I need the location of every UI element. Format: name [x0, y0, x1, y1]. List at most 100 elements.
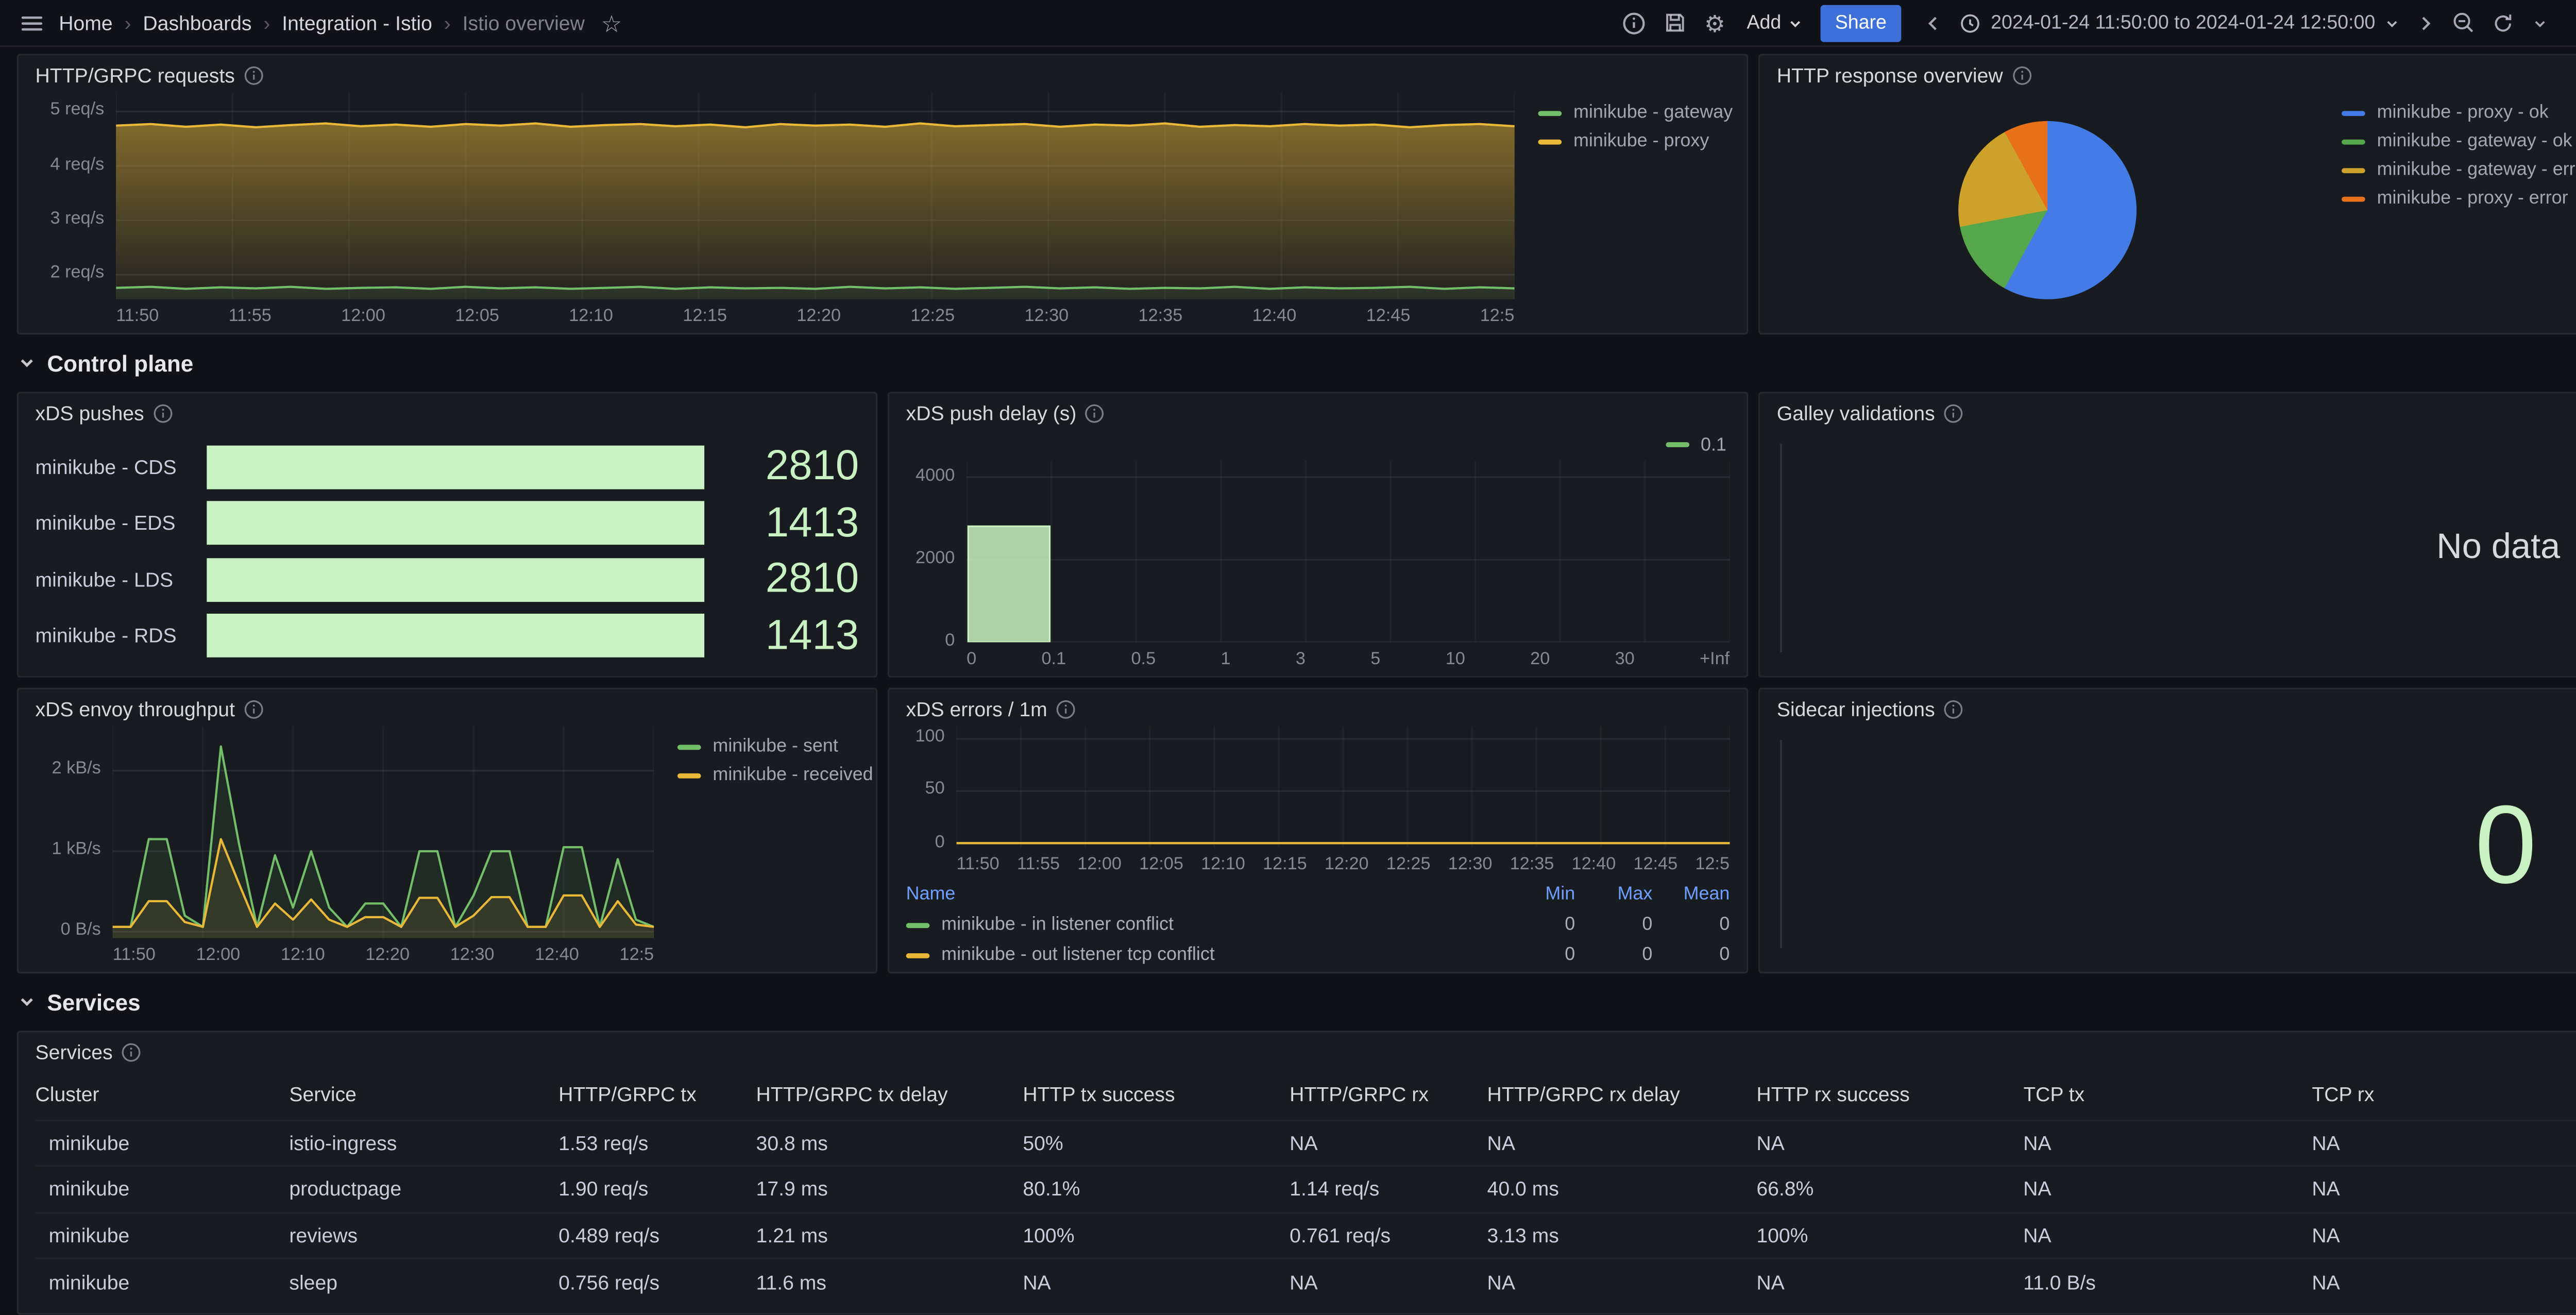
cell-cluster: minikube — [36, 1120, 290, 1166]
x-tick-label: 12:30 — [1024, 306, 1069, 326]
menu-icon[interactable] — [13, 4, 50, 41]
legend-item[interactable]: minikube - proxy — [1538, 131, 1709, 151]
column-header[interactable]: HTTP/GRPC tx — [558, 1071, 756, 1120]
bar-gauge-row[interactable]: minikube - RDS 1413 — [36, 614, 859, 659]
refresh-interval-icon[interactable] — [2525, 4, 2555, 41]
row-toggle-services[interactable]: Services — [17, 984, 2576, 1021]
legend-col-mean[interactable]: Mean — [1652, 884, 1730, 904]
column-header[interactable]: HTTP/GRPC rx — [1290, 1071, 1487, 1120]
panel-info-icon[interactable] — [152, 403, 173, 424]
cell-cluster: minikube — [36, 1212, 290, 1258]
breadcrumb-current-page: Istio overview — [463, 11, 585, 35]
share-button[interactable]: Share — [1820, 4, 1902, 41]
panel-sidecar-injections: Sidecar injections 0 — [1758, 687, 2576, 973]
column-header[interactable]: TCP rx — [2312, 1071, 2576, 1120]
empty-plot-area: No data — [1780, 444, 2576, 652]
legend-item[interactable]: minikube - proxy - ok — [2342, 103, 2549, 123]
info-icon[interactable] — [1616, 4, 1653, 41]
table-row: minikube istio-ingress 1.53 req/s 30.8 m… — [36, 1120, 2576, 1166]
panel-header[interactable]: Sidecar injections — [1760, 689, 2576, 723]
panel-info-icon[interactable] — [2011, 65, 2031, 86]
legend-label: minikube - gateway - ok — [2377, 131, 2572, 151]
legend-item[interactable]: 0.1 — [1665, 432, 1726, 458]
panel-title: xDS envoy throughput — [36, 698, 235, 721]
breadcrumb-folder[interactable]: Integration - Istio — [282, 11, 432, 35]
panel-info-icon[interactable] — [1056, 699, 1076, 719]
panel-info-icon[interactable] — [121, 1042, 141, 1063]
panel-header[interactable]: xDS envoy throughput — [19, 689, 876, 723]
column-header[interactable]: TCP tx — [2023, 1071, 2312, 1120]
cell-tcp-rx: NA — [2312, 1166, 2576, 1212]
x-tick-label: 0.1 — [1042, 649, 1066, 669]
column-header[interactable]: HTTP tx success — [1023, 1071, 1290, 1120]
legend-label: minikube - proxy — [1573, 131, 1709, 151]
legend-swatch — [2342, 196, 2365, 201]
legend-col-max[interactable]: Max — [1575, 884, 1652, 904]
column-header[interactable]: HTTP/GRPC tx delay — [756, 1071, 1023, 1120]
response-pie-chart[interactable] — [1958, 120, 2137, 298]
legend-item[interactable]: minikube - sent — [677, 736, 838, 756]
bar-gauge-row[interactable]: minikube - LDS 2810 — [36, 557, 859, 602]
cell-service-link[interactable]: productpage — [289, 1166, 558, 1212]
star-icon[interactable]: ☆ — [593, 4, 630, 41]
panel-header[interactable]: Galley validations — [1760, 393, 2576, 427]
save-icon[interactable] — [1656, 4, 1693, 41]
legend-item[interactable]: minikube - received — [677, 765, 873, 785]
x-tick-label: 12:05 — [455, 306, 499, 326]
x-tick-label: 0.5 — [1131, 649, 1156, 669]
cell-service-link[interactable]: reviews — [289, 1212, 558, 1258]
series-mean: 0 — [1652, 945, 1730, 965]
panel-info-icon[interactable] — [243, 699, 263, 719]
panel-info-icon[interactable] — [1085, 403, 1105, 424]
breadcrumb-dashboards[interactable]: Dashboards — [143, 11, 251, 35]
zoom-out-icon[interactable] — [2444, 4, 2481, 41]
settings-gear-icon[interactable]: ⚙ — [1697, 4, 1734, 41]
panel-info-icon[interactable] — [1943, 403, 1963, 424]
cell-service-link[interactable]: sleep — [289, 1258, 558, 1305]
gauge-bar-track — [207, 558, 704, 602]
chevron-down-icon — [1786, 14, 1803, 31]
panel-header[interactable]: Services — [19, 1032, 2576, 1066]
panel-header[interactable]: xDS push delay (s) — [889, 393, 1747, 427]
panel-header[interactable]: HTTP response overview — [1760, 56, 2576, 89]
column-header[interactable]: HTTP rx success — [1756, 1071, 2023, 1120]
legend-swatch — [906, 922, 930, 928]
envoy-throughput-chart[interactable] — [113, 727, 654, 938]
panel-info-icon[interactable] — [243, 65, 263, 86]
column-header[interactable]: Service — [289, 1071, 558, 1120]
legend-label: minikube - received — [713, 765, 873, 785]
legend-item[interactable]: minikube - gateway - ok — [2342, 131, 2572, 151]
cell-service-link[interactable]: istio-ingress — [289, 1120, 558, 1166]
breadcrumb-home[interactable]: Home — [59, 11, 112, 35]
breadcrumb-separator-icon: › — [444, 11, 451, 35]
panel-info-icon[interactable] — [1943, 699, 1963, 719]
gauge-bar — [207, 558, 704, 602]
legend-item[interactable]: minikube - proxy - error — [2342, 188, 2568, 208]
panel-services-table: Services ClusterServiceHTTP/GRPC txHTTP/… — [17, 1031, 2576, 1314]
time-shift-forward-icon[interactable] — [2411, 4, 2441, 41]
legend-item[interactable]: minikube - gateway — [1538, 103, 1733, 123]
time-shift-back-icon[interactable] — [1919, 4, 1949, 41]
bar-gauge-row[interactable]: minikube - EDS 1413 — [36, 500, 859, 546]
panel-header[interactable]: HTTP/GRPC requests — [19, 56, 1747, 89]
x-tick-label: 12:5 — [1695, 854, 1730, 874]
legend-col-min[interactable]: Min — [1498, 884, 1575, 904]
row-toggle-control-plane[interactable]: Control plane — [17, 345, 2576, 382]
column-header[interactable]: HTTP/GRPC rx delay — [1487, 1071, 1757, 1120]
panel-header[interactable]: xDS errors / 1m — [889, 689, 1747, 723]
time-range-picker[interactable]: 2024-01-24 11:50:00 to 2024-01-24 12:50:… — [1952, 11, 2407, 35]
xds-errors-chart[interactable] — [957, 727, 1730, 848]
add-button[interactable]: Add — [1737, 4, 1813, 41]
panel-header[interactable]: xDS pushes — [19, 393, 876, 427]
bar-gauge-row[interactable]: minikube - CDS 2810 — [36, 444, 859, 489]
http-requests-chart[interactable] — [116, 92, 1515, 299]
legend-item[interactable]: minikube - gateway - error — [2342, 160, 2576, 180]
refresh-icon[interactable] — [2484, 4, 2521, 41]
legend-table-row[interactable]: minikube - out listener tcp conflict 0 0… — [906, 940, 1730, 970]
legend-swatch — [2342, 139, 2365, 144]
legend-table-row[interactable]: minikube - in listener conflict 0 0 0 — [906, 909, 1730, 940]
panel-title: xDS errors / 1m — [906, 698, 1047, 721]
column-header[interactable]: Cluster — [36, 1071, 290, 1120]
push-delay-histogram[interactable] — [967, 461, 1730, 642]
legend-col-name[interactable]: Name — [906, 884, 1498, 904]
